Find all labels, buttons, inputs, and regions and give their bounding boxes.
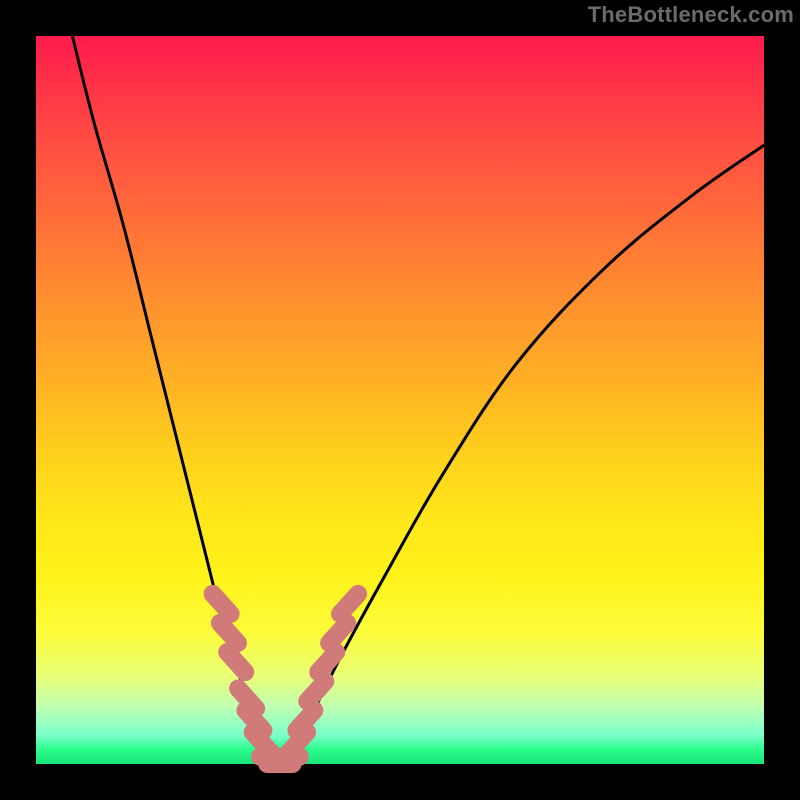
chart-svg [36, 36, 764, 764]
watermark-text: TheBottleneck.com [588, 2, 794, 28]
marker-segment [227, 652, 245, 672]
marker-segment [340, 594, 358, 614]
chart-stage: TheBottleneck.com [0, 0, 800, 800]
marker-segment [329, 623, 347, 643]
marker-segment [213, 594, 231, 614]
marker-segment [307, 681, 325, 701]
bottleneck-curve [72, 36, 764, 765]
marker-segment [220, 623, 238, 643]
highlight-markers [213, 594, 358, 764]
plot-area [36, 36, 764, 764]
